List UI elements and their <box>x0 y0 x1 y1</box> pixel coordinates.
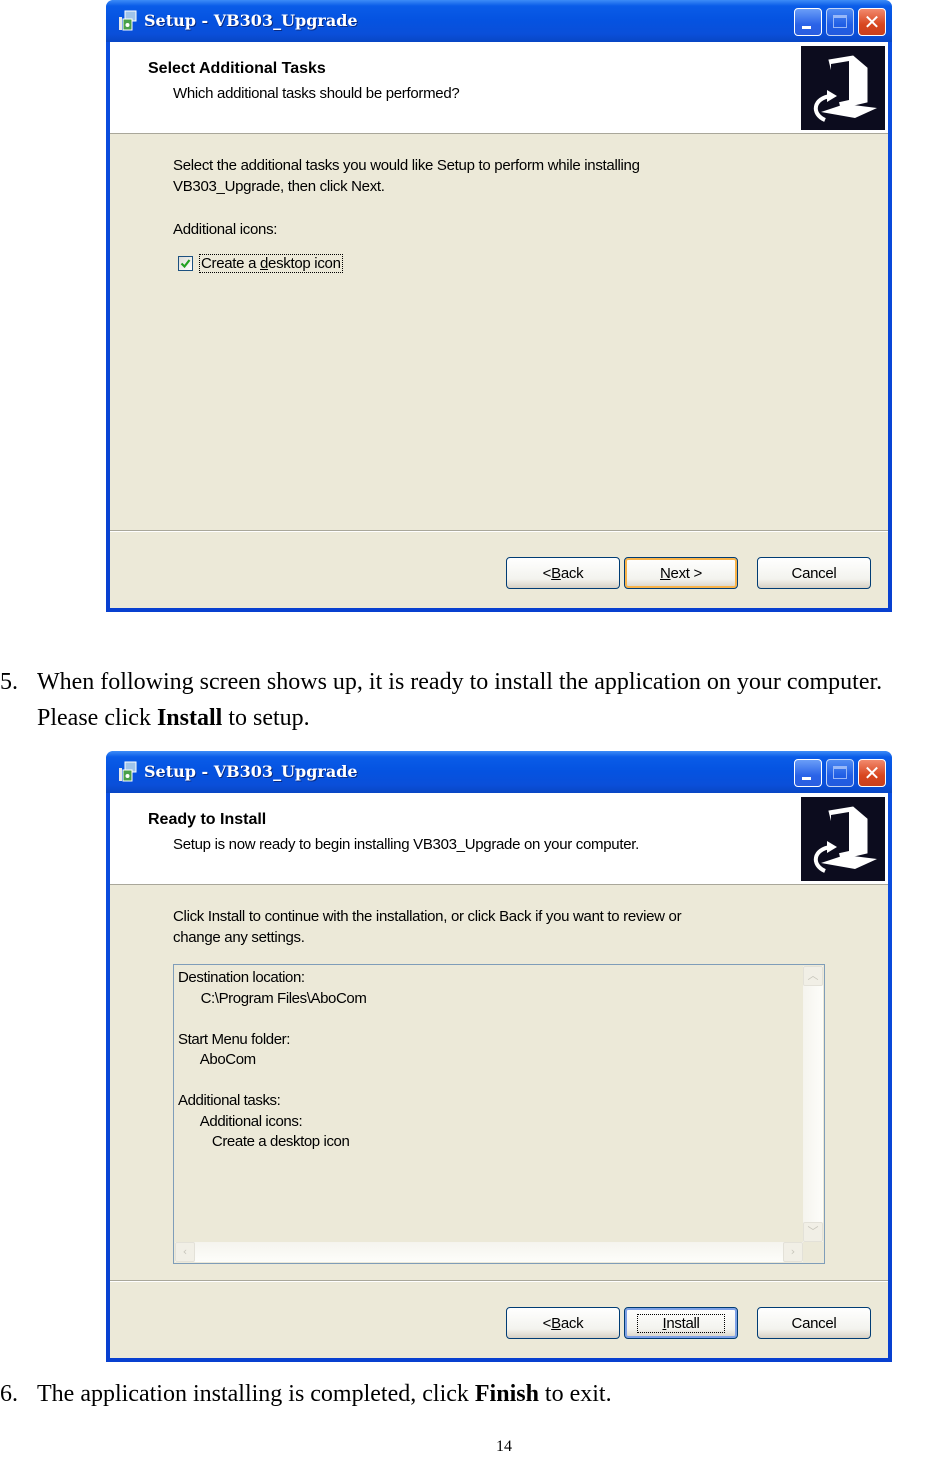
window-title: Setup - VB303_Upgrade <box>144 11 358 30</box>
btn-part: < <box>542 1314 552 1332</box>
btn-label: Cancel <box>791 1314 837 1332</box>
wizard-client-area: Ready to Install Setup is now ready to b… <box>110 793 888 1358</box>
chevron-up-icon: ︿ <box>807 969 819 982</box>
memo-line: Destination location: <box>178 969 305 986</box>
create-desktop-icon-checkbox[interactable] <box>178 256 193 271</box>
label-part: esktop icon <box>268 255 341 272</box>
page-title: Select Additional Tasks <box>148 60 326 77</box>
btn-part: ack <box>560 564 584 582</box>
wizard-client-area: Select Additional Tasks Which additional… <box>110 42 888 608</box>
additional-icons-label: Additional icons: <box>173 221 278 238</box>
memo-line: Additional tasks: <box>178 1092 281 1109</box>
window-title: Setup - VB303_Upgrade <box>144 762 358 781</box>
vertical-scrollbar[interactable]: ︿ ﹀ <box>803 966 823 1242</box>
memo-line: AboCom <box>178 1051 256 1068</box>
btn-part: < <box>542 564 552 582</box>
close-icon: ✕ <box>863 10 881 34</box>
btn-accel: B <box>551 564 561 582</box>
minimize-icon <box>802 26 811 29</box>
minimize-button[interactable] <box>794 8 822 36</box>
memo-line: C:\Program Files\AboCom <box>178 989 367 1007</box>
memo-line <box>178 1009 366 1030</box>
label-accelerator: d <box>260 255 269 272</box>
setup-app-icon <box>119 10 137 31</box>
memo-line <box>178 1071 366 1092</box>
step-text-part: The application installing is completed,… <box>37 1381 475 1407</box>
setup-window-select-tasks: Setup - VB303_Upgrade ✕ Select Additiona… <box>106 0 892 612</box>
memo-line: Additional icons: <box>178 1112 303 1130</box>
page-subtitle: Which additional tasks should be perform… <box>173 85 460 102</box>
back-button[interactable]: < Back <box>506 1307 620 1339</box>
wizard-header: Ready to Install Setup is now ready to b… <box>110 793 888 885</box>
chevron-down-icon: ﹀ <box>807 1225 819 1238</box>
btn-part: ext > <box>670 564 703 582</box>
create-desktop-icon-option[interactable]: Create a desktop icon <box>178 254 343 273</box>
instructions-line-1: Select the additional tasks you would li… <box>173 157 640 174</box>
btn-label: Cancel <box>791 564 837 582</box>
maximize-icon <box>833 766 847 779</box>
minimize-icon <box>802 777 811 780</box>
instructions-text: Click Install to continue with the insta… <box>173 906 682 948</box>
install-label: Install <box>637 1313 725 1333</box>
page-number: 14 <box>496 1438 512 1455</box>
step-text-bold: Install <box>156 705 223 731</box>
setup-window-ready-to-install: Setup - VB303_Upgrade ✕ Ready to Install… <box>106 751 892 1362</box>
step-number: 5. <box>0 669 18 695</box>
btn-accel: B <box>551 1314 561 1332</box>
memo-line: Create a desktop icon <box>178 1133 350 1150</box>
wizard-header: Select Additional Tasks Which additional… <box>110 42 888 134</box>
maximize-button[interactable] <box>826 8 854 36</box>
horizontal-scrollbar[interactable]: ‹ › <box>175 1242 803 1262</box>
footer-separator <box>110 530 888 532</box>
close-button[interactable]: ✕ <box>858 8 886 36</box>
instructions-line-2: VB303_Upgrade, then click Next. <box>173 178 385 195</box>
maximize-button[interactable] <box>826 759 854 787</box>
step-text-part: to exit. <box>538 1381 612 1407</box>
step-text-bold: Finish <box>474 1381 539 1407</box>
scroll-down-button[interactable]: ﹀ <box>803 1222 823 1242</box>
title-bar[interactable]: Setup - VB303_Upgrade ✕ <box>106 0 892 42</box>
memo-content: Destination location: C:\Program Files\A… <box>178 968 367 1153</box>
close-icon: ✕ <box>863 761 881 785</box>
setup-app-icon <box>119 761 137 782</box>
computer-install-icon <box>801 797 885 881</box>
step-text-part: to setup. <box>222 705 310 731</box>
create-desktop-icon-label[interactable]: Create a desktop icon <box>199 254 343 273</box>
step-number: 6. <box>0 1381 18 1407</box>
page-title: Ready to Install <box>148 811 267 828</box>
memo-line: Start Menu folder: <box>178 1030 291 1048</box>
scroll-up-button[interactable]: ︿ <box>803 966 823 986</box>
footer-separator <box>110 1280 888 1282</box>
btn-part: nstall <box>666 1314 700 1332</box>
install-button[interactable]: Install <box>624 1307 738 1339</box>
btn-accel: N <box>660 564 671 582</box>
chevron-left-icon: ‹ <box>182 1245 188 1258</box>
scroll-left-button[interactable]: ‹ <box>175 1242 195 1262</box>
btn-part: ack <box>560 1314 584 1332</box>
instructions-line-2: change any settings. <box>173 929 305 946</box>
computer-install-icon <box>801 46 885 130</box>
maximize-icon <box>833 15 847 28</box>
scroll-right-button[interactable]: › <box>783 1242 803 1262</box>
back-button[interactable]: < Back <box>506 557 620 589</box>
instructions-text: Select the additional tasks you would li… <box>173 155 640 197</box>
checkmark-icon <box>180 259 191 269</box>
title-bar[interactable]: Setup - VB303_Upgrade ✕ <box>106 751 892 793</box>
minimize-button[interactable] <box>794 759 822 787</box>
step-text: The application installing is completed,… <box>37 1376 940 1412</box>
close-button[interactable]: ✕ <box>858 759 886 787</box>
step-text: When following screen shows up, it is re… <box>37 664 940 736</box>
install-summary-memo[interactable]: Destination location: C:\Program Files\A… <box>173 964 825 1264</box>
next-button[interactable]: Next > <box>624 557 738 589</box>
cancel-button[interactable]: Cancel <box>757 557 871 589</box>
label-part: Create a <box>201 255 260 272</box>
cancel-button[interactable]: Cancel <box>757 1307 871 1339</box>
chevron-right-icon: › <box>790 1245 796 1258</box>
page-subtitle: Setup is now ready to begin installing V… <box>173 836 639 853</box>
instructions-line-1: Click Install to continue with the insta… <box>173 908 682 925</box>
